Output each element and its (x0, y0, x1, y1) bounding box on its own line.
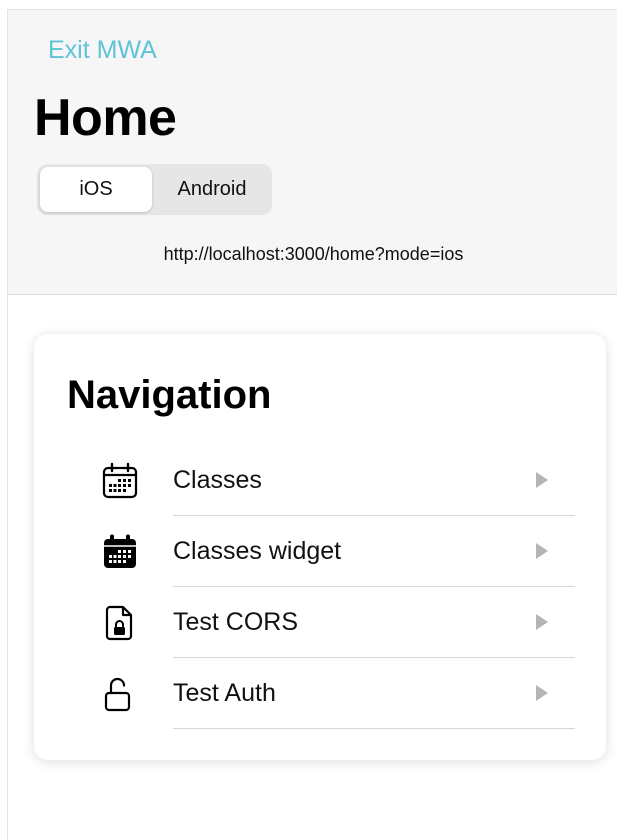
row-divider (173, 728, 575, 729)
nav-item-test-auth[interactable]: Test Auth (34, 658, 606, 729)
file-lock-icon (105, 605, 133, 641)
nav-item-classes-widget[interactable]: Classes widget (34, 516, 606, 587)
calendar-outline-icon (102, 462, 138, 499)
navigation-title: Navigation (67, 373, 272, 417)
chevron-right-icon (536, 472, 548, 488)
app-frame: Exit MWA Home iOS Android http://localho… (7, 9, 617, 840)
page-header: Exit MWA Home iOS Android http://localho… (8, 10, 617, 295)
navigation-card: Navigation Classes Classes widget Test C… (34, 334, 606, 760)
nav-item-label: Classes widget (173, 537, 342, 565)
nav-item-test-cors[interactable]: Test CORS (34, 587, 606, 658)
page-title: Home (34, 89, 177, 147)
chevron-right-icon (536, 543, 548, 559)
nav-item-label: Test Auth (173, 679, 276, 707)
chevron-right-icon (536, 614, 548, 630)
calendar-filled-icon (104, 534, 136, 568)
nav-item-label: Test CORS (173, 608, 299, 636)
current-url: http://localhost:3000/home?mode=ios (163, 244, 464, 264)
exit-mwa-link[interactable]: Exit MWA (48, 36, 157, 65)
platform-segmented-control: iOS Android (37, 164, 272, 215)
segment-ios[interactable]: iOS (40, 167, 152, 212)
nav-item-label: Classes (173, 466, 262, 494)
chevron-right-icon (536, 685, 548, 701)
nav-item-classes[interactable]: Classes (34, 445, 606, 516)
navigation-list: Classes Classes widget Test CORS Test Au… (34, 445, 606, 729)
unlock-icon (104, 677, 131, 712)
segment-android[interactable]: Android (155, 167, 269, 212)
